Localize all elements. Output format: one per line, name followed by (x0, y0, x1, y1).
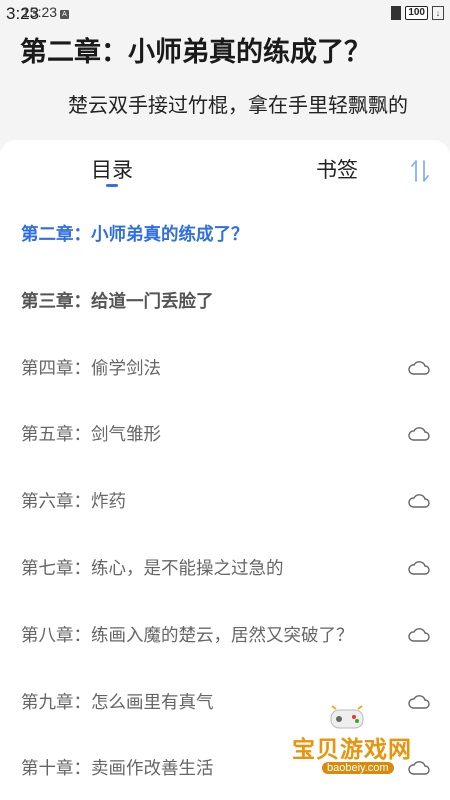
cloud-icon (408, 494, 430, 508)
chapter-item[interactable]: 第四章：偷学剑法 (0, 336, 450, 403)
chapter-item[interactable]: 第八章：练画入魔的楚云，居然又突破了？ (0, 603, 450, 670)
site-watermark: 宝贝游戏网 baobeiy.com (292, 702, 442, 782)
status-icons: 100 ↓ (391, 6, 444, 20)
chapter-title: 第二章：小师弟真的练成了？ (21, 225, 249, 245)
chapter-title: 第八章：练画入魔的楚云，居然又突破了？ (21, 625, 354, 646)
chapter-title: 第三章：给道一门丢脸了 (21, 291, 214, 312)
chapter-title: 第九章：怎么画里有真气 (21, 692, 214, 713)
watermark-url: baobeiy.com (322, 762, 394, 774)
gamepad-icon (330, 705, 364, 729)
chapter-title: 第四章：偷学剑法 (21, 358, 161, 379)
status-time-overlay: 15:23 (22, 4, 58, 20)
battery-icon: 100 (405, 6, 428, 20)
reader-paragraph: 楚云双手接过竹棍，拿在手里轻飘飘的 (68, 93, 408, 117)
cloud-icon (408, 427, 430, 442)
chapter-title: 第七章：练心，是不能操之过急的 (21, 558, 284, 579)
signal-icon (391, 6, 402, 20)
reader-chapter-title: 第二章：小师弟真的练成了？ (20, 37, 371, 68)
cloud-icon (408, 627, 430, 642)
notification-icon: A (60, 10, 69, 19)
cloud-icon (408, 360, 430, 375)
sort-order-icon[interactable] (408, 158, 432, 184)
catalog-panel: 目录 书签 第二章：小师弟真的练成了？ 第三章：给道一门丢脸了 第四章：偷学剑法… (0, 140, 450, 800)
cloud-icon (408, 561, 430, 575)
chapter-item[interactable]: 第五章：剑气雏形 (0, 402, 450, 469)
chapter-item[interactable]: 第七章：练心，是不能操之过急的 (0, 536, 450, 603)
watermark-title: 宝贝游戏网 (292, 737, 412, 763)
chapter-item[interactable]: 第三章：给道一门丢脸了 (0, 269, 450, 336)
active-tab-indicator (106, 184, 118, 187)
chapter-item-current[interactable]: 第二章：小师弟真的练成了？ (0, 202, 450, 269)
status-bar: 3:23 15:23 A 100 ↓ (0, 0, 450, 28)
download-icon: ↓ (432, 6, 444, 20)
chapter-title: 第十章：卖画作改善生活 (21, 759, 214, 780)
chapter-title: 第六章：炸药 (21, 492, 126, 513)
chapter-title: 第五章：剑气雏形 (21, 425, 161, 446)
chapter-item[interactable]: 第六章：炸药 (0, 469, 450, 536)
tab-catalog[interactable]: 目录 (91, 154, 133, 184)
tab-bookmark[interactable]: 书签 (316, 154, 358, 184)
